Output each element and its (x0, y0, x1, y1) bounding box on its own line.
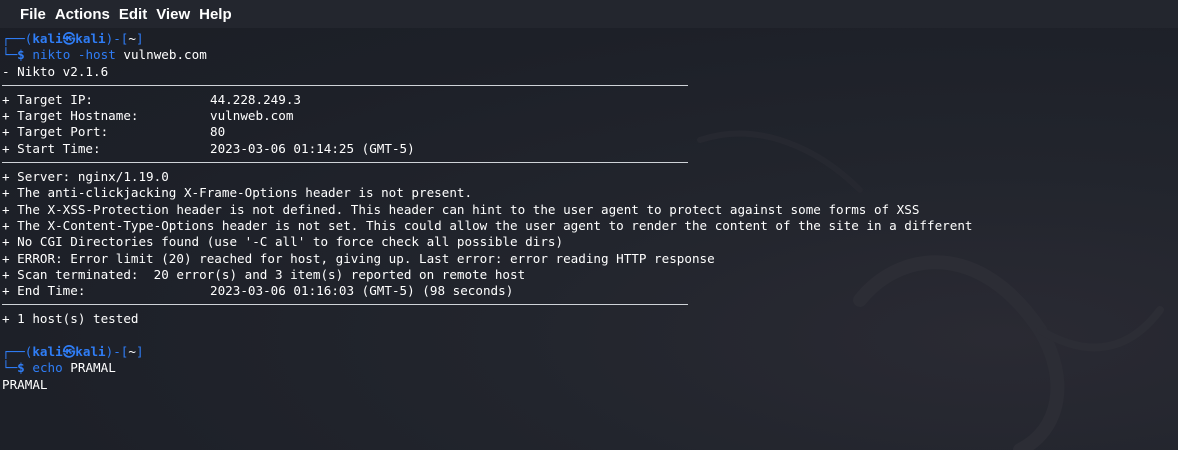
menu-view[interactable]: View (155, 5, 191, 24)
menu-actions[interactable]: Actions (54, 5, 111, 24)
prompt-corner: ┌──( (2, 344, 33, 360)
start-time-value: 2023-03-06 01:14:25 (GMT-5) (210, 140, 415, 156)
prompt-line-top-2: ┌──(kali㉿kali)-[~] (2, 344, 1178, 360)
output-version: - Nikto v2.1.6 (2, 63, 109, 79)
output-hosts-tested: + 1 host(s) tested (2, 311, 139, 327)
target-hostname-label: + Target Hostname: (2, 108, 139, 124)
separator (2, 299, 1178, 311)
target-port-label: + Target Port: (2, 124, 109, 140)
target-ip-label: + Target IP: (2, 91, 93, 107)
menu-help[interactable]: Help (198, 5, 233, 24)
prompt-dir: ~ (128, 344, 136, 360)
prompt-host: kali (75, 31, 106, 46)
prompt-user: kali (32, 31, 63, 46)
output-start-time: + Start Time: 2023-03-06 01:14:25 (GMT-5) (2, 141, 1178, 157)
target-hostname-value: vulnweb.com (210, 108, 294, 124)
terminal-output[interactable]: ┌──(kali㉿kali)-[~] └─$ nikto -host vulnw… (0, 31, 1178, 450)
end-time-label: + End Time: (2, 283, 86, 299)
command-argument: PRAMAL (70, 360, 116, 376)
output-clickjacking: + The anti-clickjacking X-Frame-Options … (2, 185, 473, 201)
separator (2, 80, 1178, 92)
target-ip-value: 44.228.249.3 (210, 91, 301, 107)
prompt-corner: ┌──( (2, 31, 33, 46)
prompt-dir-open: )-[ (105, 31, 129, 46)
output-content-type: + The X-Content-Type-Options header is n… (2, 217, 973, 233)
prompt-dollar: $ (17, 360, 25, 376)
target-port-value: 80 (210, 124, 226, 140)
prompt-dir-close: ] (135, 344, 144, 360)
menu-edit[interactable]: Edit (118, 5, 148, 24)
prompt-user: kali (32, 344, 63, 360)
prompt-at-icon: ㉿ (62, 344, 76, 360)
output-error: + ERROR: Error limit (20) reached for ho… (2, 250, 715, 266)
prompt-dir-close: ] (135, 31, 144, 46)
output-cgi: + No CGI Directories found (use '-C all'… (2, 234, 564, 250)
menu-bar: File Actions Edit View Help (0, 0, 1178, 28)
output-target-port: + Target Port: 80 (2, 124, 1178, 140)
command-line-1: └─$ nikto -host vulnweb.com (2, 47, 1178, 63)
terminal-window: File Actions Edit View Help ┌──(kali㉿kal… (0, 0, 1178, 450)
output-echo: PRAMAL (2, 376, 48, 392)
output-end-time: + End Time: 2023-03-06 01:16:03 (GMT-5) (… (2, 283, 1178, 299)
separator (2, 157, 1178, 169)
command-argument: vulnweb.com (123, 47, 207, 63)
prompt-corner-bottom: └─ (2, 47, 18, 63)
output-xss: + The X-XSS-Protection header is not def… (2, 201, 920, 217)
output-server: + Server: nginx/1.19.0 (2, 169, 169, 185)
output-target-hostname: + Target Hostname: vulnweb.com (2, 108, 1178, 124)
prompt-host: kali (75, 344, 106, 360)
command-option: -host (77, 47, 116, 63)
output-target-ip: + Target IP: 44.228.249.3 (2, 92, 1178, 108)
menu-file[interactable]: File (19, 5, 47, 24)
end-time-value: 2023-03-06 01:16:03 (GMT-5) (98 seconds) (210, 283, 514, 299)
prompt-dollar: $ (17, 47, 25, 63)
prompt-at-icon: ㉿ (62, 31, 76, 46)
command-name: echo (32, 360, 63, 376)
start-time-label: + Start Time: (2, 140, 101, 156)
command-name: nikto (32, 47, 71, 63)
output-scan-terminated: + Scan terminated: 20 error(s) and 3 ite… (2, 266, 526, 282)
command-line-2: └─$ echo PRAMAL (2, 360, 1178, 376)
prompt-line-top: ┌──(kali㉿kali)-[~] (2, 31, 1178, 47)
prompt-dir-open: )-[ (105, 344, 129, 360)
prompt-corner-bottom: └─ (2, 360, 18, 376)
prompt-dir: ~ (128, 31, 136, 46)
